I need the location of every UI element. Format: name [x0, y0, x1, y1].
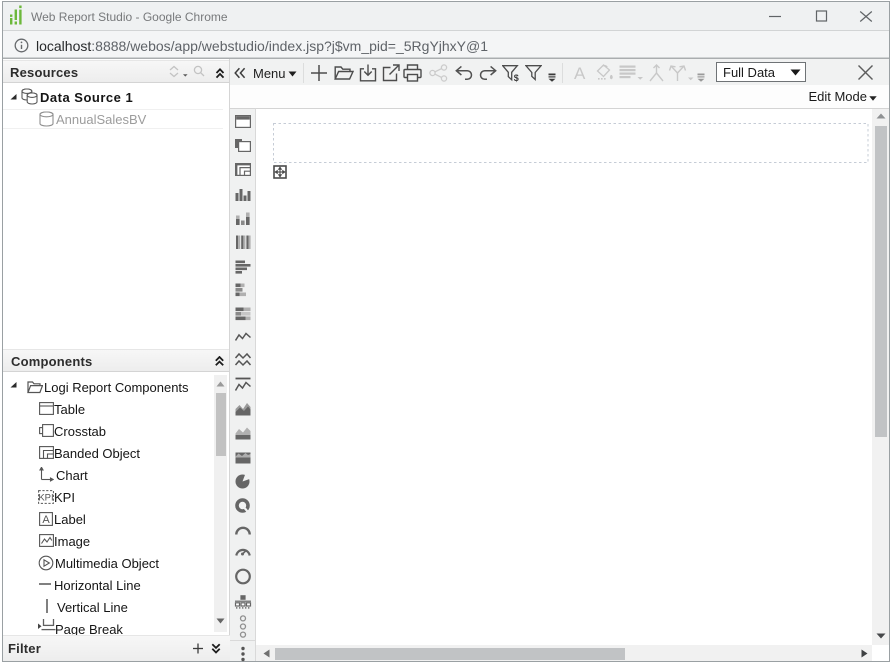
- svg-text:$: $: [514, 73, 519, 83]
- svg-text:A: A: [42, 514, 50, 526]
- svg-text:KPI: KPI: [38, 492, 53, 503]
